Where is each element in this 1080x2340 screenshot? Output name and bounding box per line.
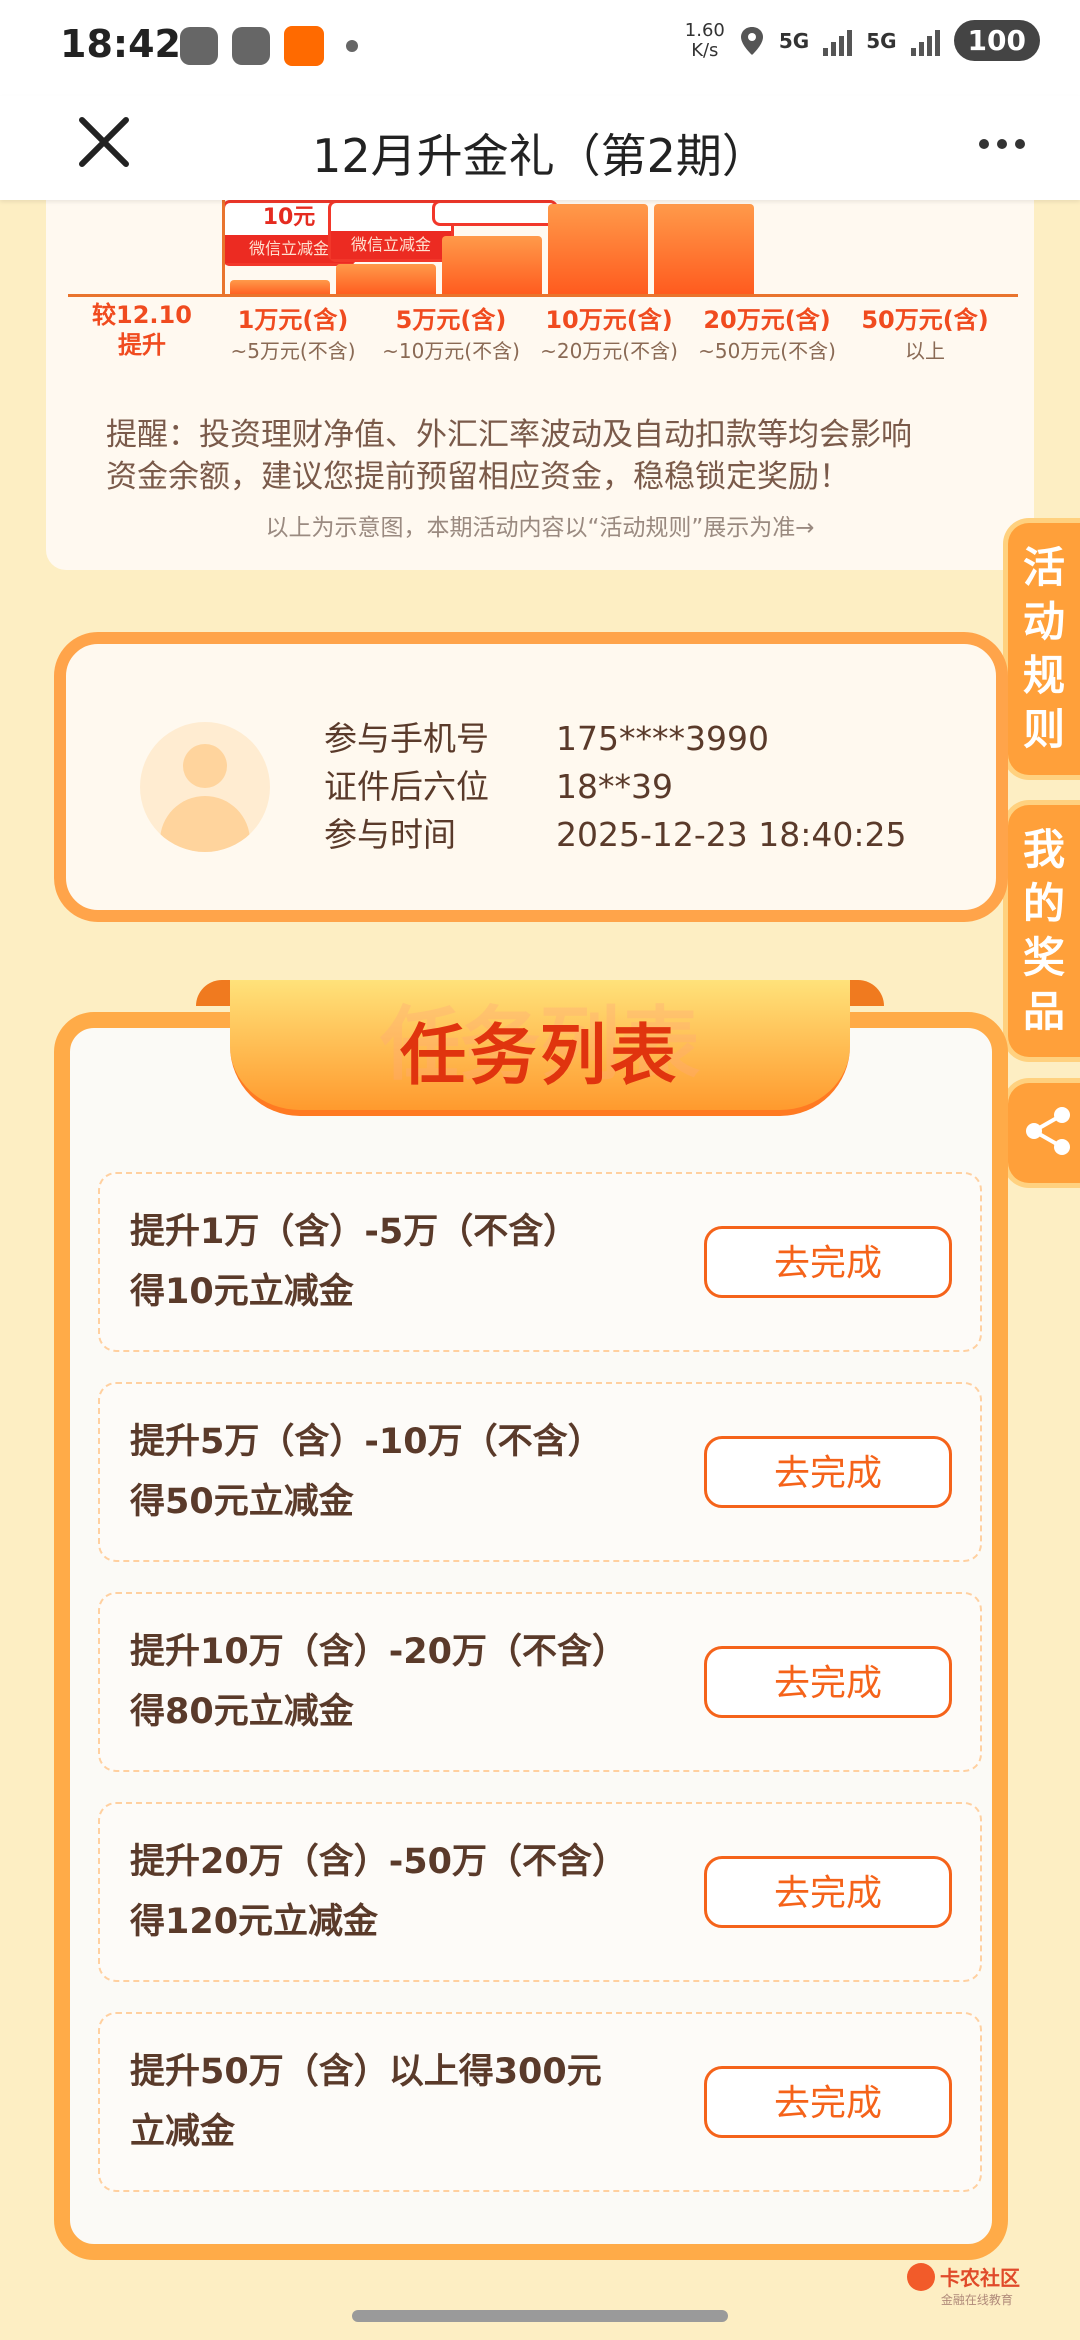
- complete-task-button[interactable]: 去完成: [704, 1436, 952, 1508]
- share-button[interactable]: [1003, 1078, 1080, 1188]
- sim1-label: 5G: [778, 28, 810, 53]
- more-icon[interactable]: [976, 114, 1028, 165]
- id-row: 证件后六位 18**39: [324, 767, 673, 806]
- tier-chart: 10元 微信立减金 微信立减金: [70, 200, 1010, 296]
- participant-info-card: 参与手机号 175****3990 证件后六位 18**39 参与时间 2025-12…: [54, 632, 1008, 922]
- location-icon: [740, 26, 763, 55]
- my-prizes-tab[interactable]: 我的奖品: [1003, 800, 1080, 1062]
- tier-label: 10万元(含) ~20万元(不含): [540, 306, 678, 363]
- watermark-logo-icon: [906, 2262, 935, 2291]
- app-bar: 12月升金礼（第2期）: [0, 96, 1080, 200]
- home-indicator[interactable]: [352, 2310, 728, 2322]
- tier-bar: [548, 204, 648, 296]
- tier-label: 5万元(含) ~10万元(不含): [382, 306, 520, 363]
- status-right: 1.60 K/s 5G 5G 100: [685, 20, 1040, 61]
- sim2-label: 5G: [866, 28, 897, 53]
- signal2-icon: [910, 26, 940, 56]
- watermark: 卡农社区 金融在线教育: [906, 2262, 1020, 2308]
- battery-indicator: 100: [953, 20, 1040, 61]
- activity-rules-tab[interactable]: 活动规则: [1003, 518, 1080, 780]
- more-notifications-dot-icon: [346, 40, 358, 52]
- signal1-icon: [823, 26, 853, 56]
- complete-task-button[interactable]: 去完成: [704, 1226, 952, 1298]
- tier-first-label: 较12.10 提升: [92, 301, 192, 359]
- coupon-graphic: [432, 200, 558, 226]
- network-speed: 1.60 K/s: [684, 19, 725, 61]
- time-value: 2025-12-23 18:40:25: [556, 815, 907, 854]
- screenshot-icon: [180, 27, 218, 65]
- task-item: 提升10万（含）-20万（不含） 得80元立减金 去完成: [98, 1592, 982, 1772]
- task-list-header: 任务列表 任务列表: [196, 980, 884, 1116]
- task-item: 提升20万（含）-50万（不含） 得120元立减金 去完成: [98, 1802, 982, 1982]
- reward-tier-card: 10元 微信立减金 微信立减金 较12.10 提升 1万元(含) ~5万元(不含…: [46, 200, 1034, 570]
- phone-value: 175****3990: [556, 719, 769, 758]
- tier-labels: 较12.10 提升 1万元(含) ~5万元(不含) 5万元(含) ~10万元(不…: [46, 300, 1006, 370]
- page-title: 12月升金礼（第2期）: [312, 129, 768, 183]
- tier-label: 50万元(含) 以上: [861, 306, 989, 363]
- disclaimer-note[interactable]: 以上为示意图，本期活动内容以“活动规则”展示为准→: [0, 508, 1080, 542]
- time-row: 参与时间 2025-12-23 18:40:25: [324, 815, 907, 854]
- tier-label: 20万元(含) ~50万元(不含): [698, 306, 836, 363]
- task-item: 提升1万（含）-5万（不含） 得10元立减金 去完成: [98, 1172, 982, 1352]
- tier-bar: [336, 264, 436, 296]
- tier-bar: [654, 204, 754, 296]
- task-item: 提升50万（含）以上得300元 立减金 去完成: [98, 2012, 982, 2192]
- app-check-icon: [232, 27, 270, 65]
- chart-axis-vertical: [222, 200, 225, 294]
- status-bar: 18:42 1.60 K/s 5G 5G 100: [0, 0, 1080, 96]
- phone-row: 参与手机号 175****3990: [324, 719, 769, 758]
- id-value: 18**39: [556, 767, 673, 806]
- status-time: 18:42: [60, 22, 181, 66]
- complete-task-button[interactable]: 去完成: [704, 1856, 952, 1928]
- share-icon: [1026, 1107, 1070, 1155]
- app-notification-icon: [284, 26, 324, 66]
- task-item: 提升5万（含）-10万（不含） 得50元立减金 去完成: [98, 1382, 982, 1562]
- avatar: [140, 722, 270, 852]
- complete-task-button[interactable]: 去完成: [704, 2066, 952, 2138]
- notification-icons: [180, 26, 358, 66]
- tier-bar: [442, 236, 542, 296]
- chart-axis-horizontal: [68, 294, 1018, 297]
- reminder-text: 提醒：投资理财净值、外汇汇率波动及自动扣款等均会影响 资金余额，建议您提前预留相…: [106, 417, 912, 495]
- tier-label: 1万元(含) ~5万元(不含): [230, 306, 356, 363]
- task-list-title: 任务列表: [400, 1017, 680, 1094]
- complete-task-button[interactable]: 去完成: [704, 1646, 952, 1718]
